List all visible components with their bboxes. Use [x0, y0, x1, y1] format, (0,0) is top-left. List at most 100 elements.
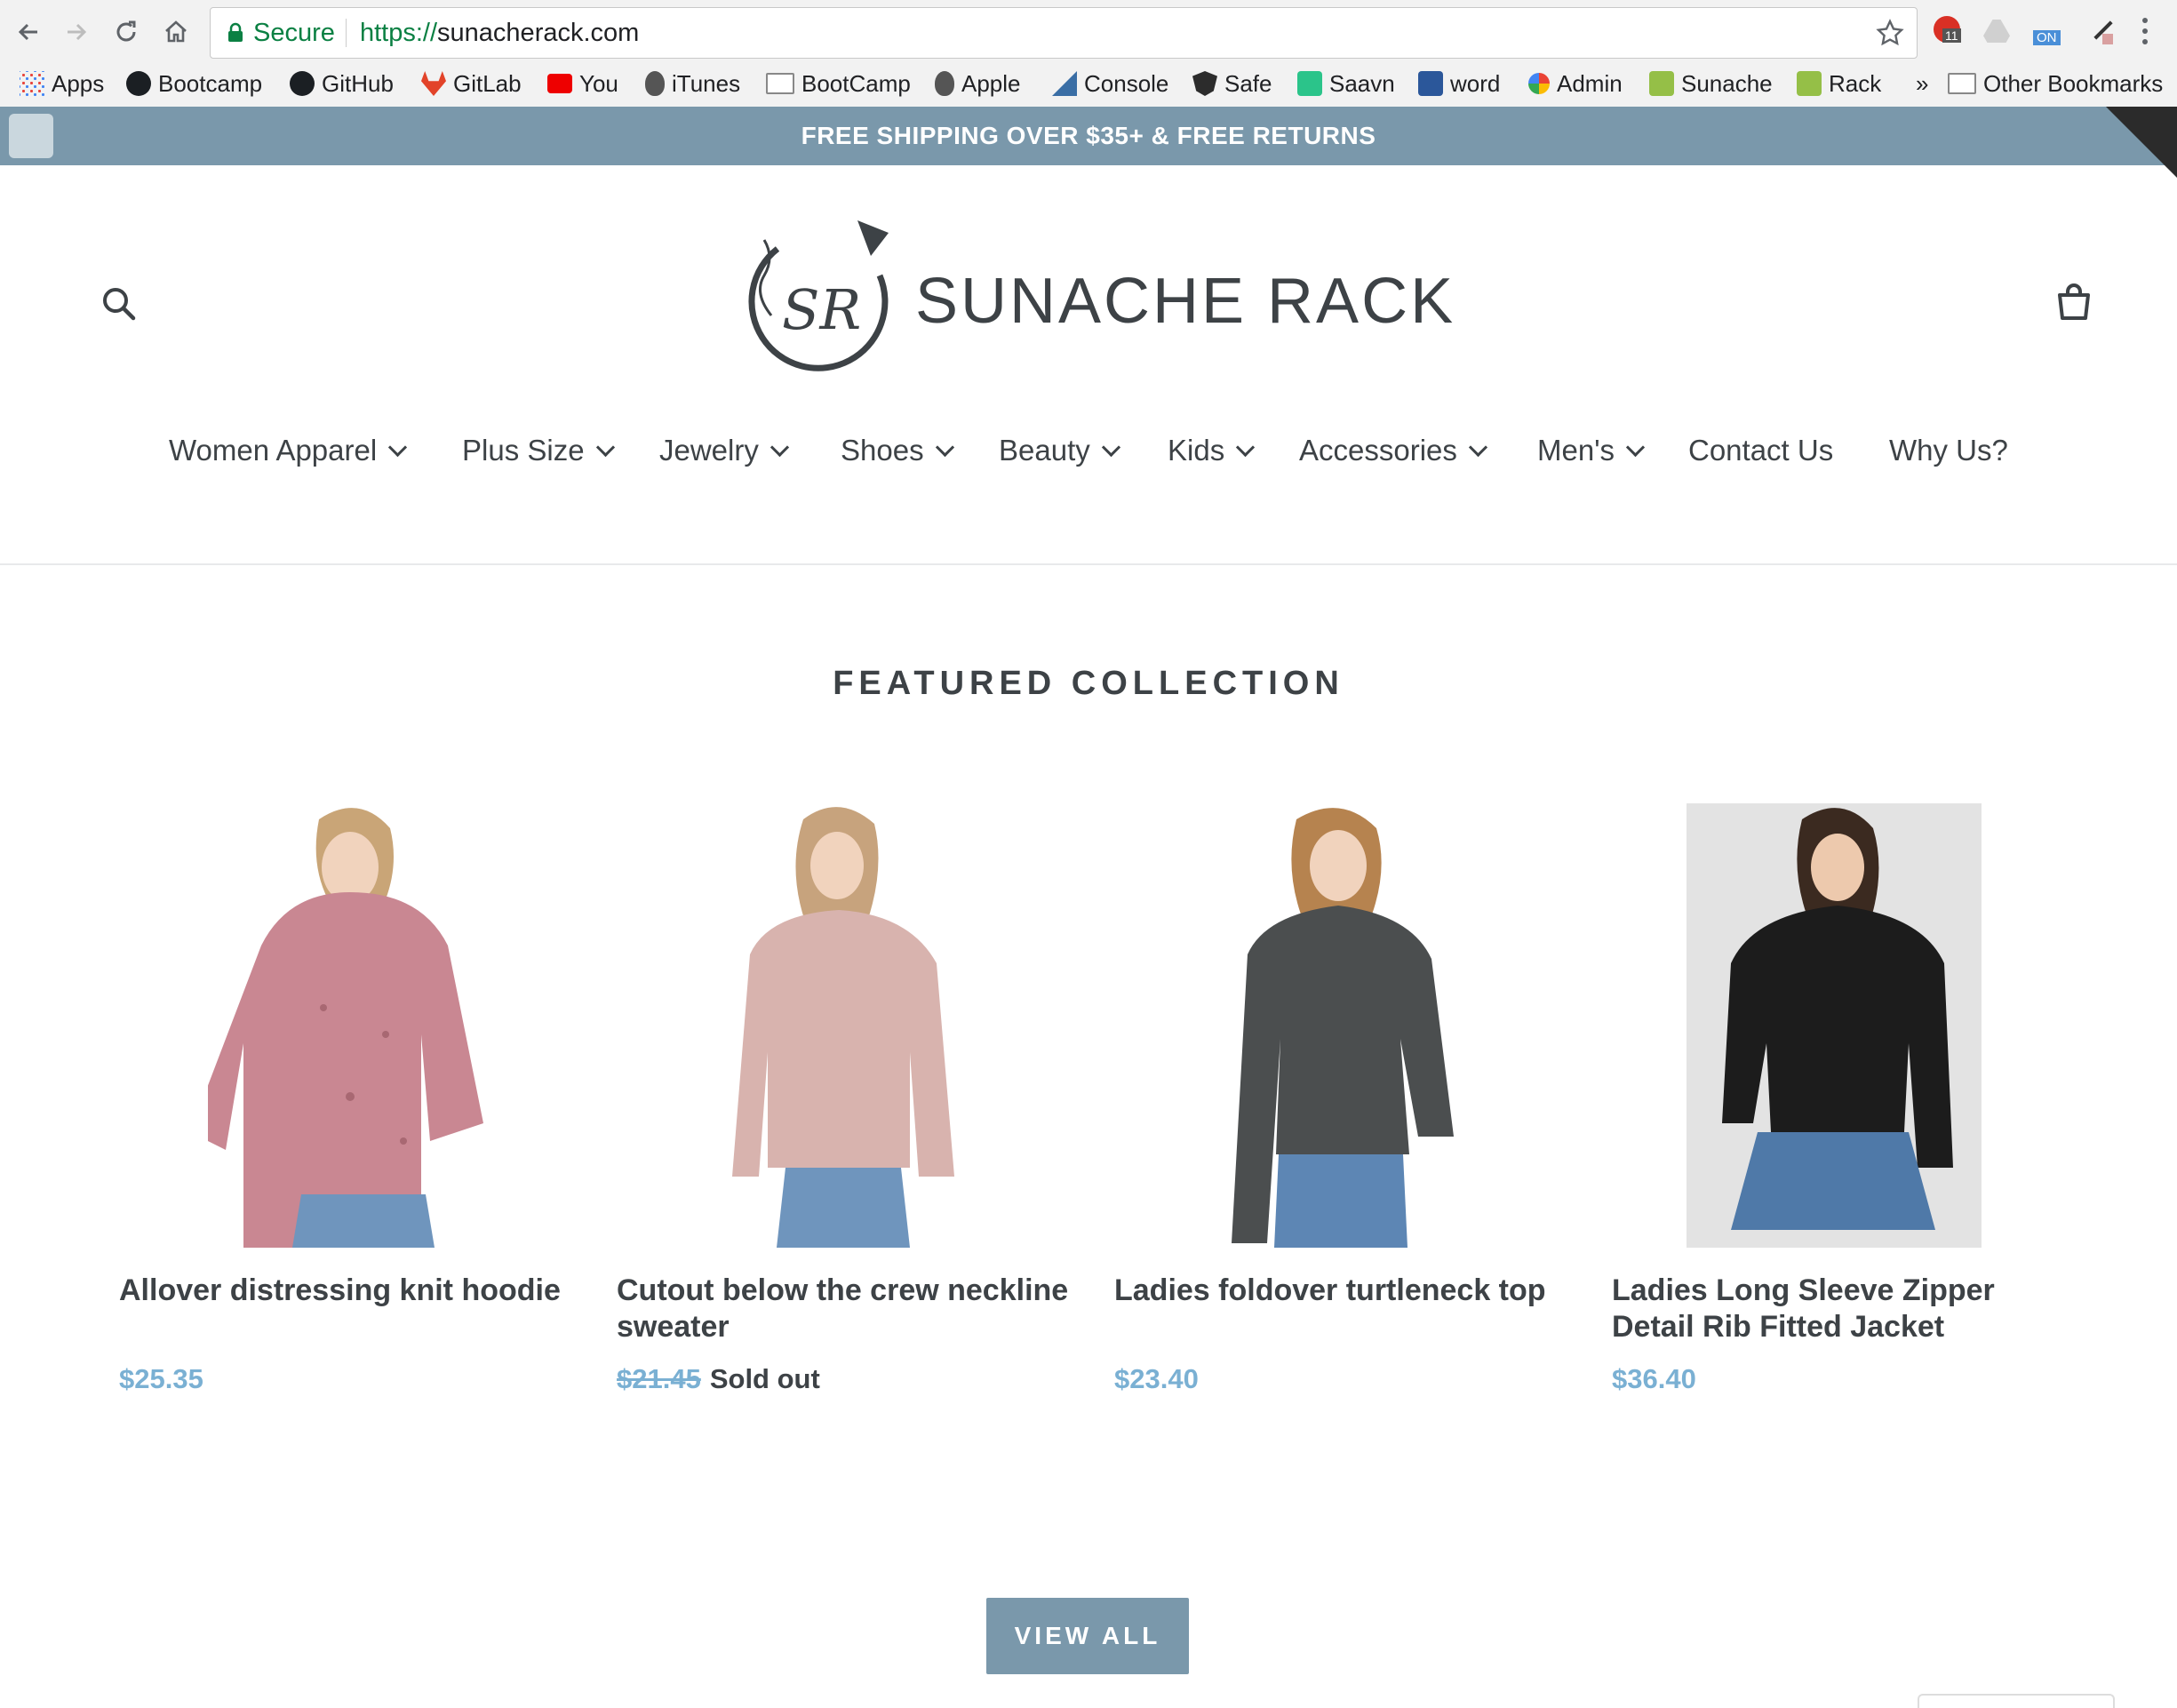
product-photo-sweater [732, 803, 963, 1248]
bookmark-label: iTunes [672, 69, 741, 97]
bookmark-saavn[interactable]: Saavn [1297, 64, 1395, 103]
product-image[interactable] [732, 803, 963, 1248]
nav-jewelry[interactable]: Jewelry [659, 434, 789, 467]
extension-icon-on[interactable]: ON [2033, 16, 2065, 46]
announcement-bar: FREE SHIPPING OVER $35+ & FREE RETURNS [0, 107, 2177, 178]
word-icon [1418, 71, 1443, 96]
product-title[interactable]: Allover distressing knit hoodie [119, 1273, 581, 1309]
bookmark-label: GitLab [453, 69, 522, 97]
nav-plus-size[interactable]: Plus Size [462, 434, 615, 467]
chevron-down-icon [1468, 437, 1487, 457]
chevron-down-icon [770, 437, 789, 457]
nav-label: Kids [1168, 434, 1225, 467]
bookmark-label: Apps [52, 69, 105, 97]
nav-label: Plus Size [462, 434, 585, 467]
home-icon [165, 20, 187, 43]
shopify-icon [1649, 71, 1674, 96]
extension-badge: 11 [1942, 28, 1961, 43]
bookmark-bootcamp-folder[interactable]: BootCamp [766, 64, 911, 103]
nav-kids[interactable]: Kids [1168, 434, 1256, 467]
product-image[interactable] [1212, 803, 1479, 1248]
nav-women-apparel[interactable]: Women Apparel [169, 434, 408, 467]
back-button[interactable] [9, 12, 48, 52]
bookmark-you[interactable]: You [547, 64, 618, 103]
nav-accessories[interactable]: Accessories [1299, 434, 1487, 467]
nav-why-us[interactable]: Why Us? [1889, 434, 2008, 467]
bookmark-apple[interactable]: Apple [935, 64, 1021, 103]
bookmark-label: Bootcamp [158, 69, 263, 97]
bookmark-label: Saavn [1329, 69, 1395, 97]
nav-shoes[interactable]: Shoes [841, 434, 954, 467]
nav-mens[interactable]: Men's [1537, 434, 1646, 467]
product-image[interactable] [208, 803, 510, 1248]
bookmark-gitlab[interactable]: GitLab [421, 64, 522, 103]
bookmark-label: Admin [1557, 69, 1623, 97]
bookmark-admin[interactable]: Admin [1528, 64, 1623, 103]
nav-beauty[interactable]: Beauty [999, 434, 1120, 467]
product-photo-hoodie [208, 803, 510, 1248]
url-text[interactable]: https://sunacherack.com [360, 19, 639, 48]
url-separator [346, 19, 347, 47]
product-price: $25.35 [119, 1363, 203, 1395]
console-icon [1052, 71, 1077, 96]
gitlab-icon [421, 71, 446, 96]
secure-label: Secure [253, 19, 335, 47]
bookmark-bootcamp[interactable]: Bootcamp [126, 64, 262, 103]
bookmark-github[interactable]: GitHub [290, 64, 394, 103]
product-title[interactable]: Ladies Long Sleeve Zipper Detail Rib Fit… [1612, 1273, 2074, 1345]
product-title[interactable]: Ladies foldover turtleneck top [1114, 1273, 1576, 1309]
chevron-down-icon [1236, 437, 1256, 457]
product-price: $23.40 [1114, 1363, 1199, 1395]
bookmark-word[interactable]: word [1418, 64, 1500, 103]
price-value: $23.40 [1114, 1363, 1199, 1394]
nav-label: Jewelry [659, 434, 759, 467]
chevron-down-icon [388, 437, 408, 457]
reload-button[interactable] [107, 12, 146, 52]
logo-text: SUNACHE RACK [915, 266, 1456, 337]
chrome-menu-icon[interactable] [2140, 18, 2150, 44]
address-bar[interactable]: Secure https://sunacherack.com [210, 7, 1918, 59]
shield-icon [1192, 71, 1217, 96]
nav-label: Women Apparel [169, 434, 378, 467]
apple-icon [935, 71, 954, 96]
forward-button[interactable] [57, 12, 96, 52]
nav-label: Contact Us [1688, 434, 1834, 467]
search-icon [103, 288, 136, 321]
logo-monogram-icon: SR [748, 220, 889, 371]
bookmark-console[interactable]: Console [1052, 64, 1168, 103]
bookmark-safe[interactable]: Safe [1192, 64, 1272, 103]
bookmark-apps[interactable]: Apps [20, 64, 104, 103]
bookmark-sunache[interactable]: Sunache [1649, 64, 1773, 103]
extension-icon-1[interactable]: 11 [1934, 16, 1961, 43]
drive-icon[interactable] [1983, 20, 2010, 43]
nav-label: Shoes [841, 434, 924, 467]
youtube-icon [547, 74, 572, 93]
product-image[interactable] [1687, 803, 1982, 1248]
corner-ribbon[interactable] [2106, 107, 2177, 178]
bookmarks-overflow[interactable]: » [1916, 64, 1928, 103]
bookmark-label: BootCamp [801, 69, 911, 97]
bookmark-rack[interactable]: Rack [1797, 64, 1881, 103]
other-bookmarks-label: Other Bookmarks [1983, 69, 2164, 97]
nav-contact-us[interactable]: Contact Us [1688, 434, 1833, 467]
bottom-right-widget[interactable] [1918, 1694, 2115, 1708]
other-bookmarks[interactable]: Other Bookmarks [1948, 64, 2163, 103]
shopify-icon [1797, 71, 1822, 96]
product-title[interactable]: Cutout below the crew neckline sweater [617, 1273, 1079, 1345]
github-icon [290, 71, 315, 96]
view-all-button[interactable]: VIEW ALL [986, 1598, 1189, 1674]
site-logo[interactable]: SR SUNACHE RACK [746, 213, 1453, 391]
bookmark-star-icon[interactable] [1876, 19, 1904, 47]
home-button[interactable] [156, 12, 195, 52]
cart-button[interactable] [2053, 281, 2095, 323]
logo-monogram: SR [782, 277, 861, 342]
bookmark-itunes[interactable]: iTunes [645, 64, 740, 103]
reload-icon [116, 20, 136, 42]
announcement-text: FREE SHIPPING OVER $35+ & FREE RETURNS [801, 122, 1376, 149]
featured-collection-title: FEATURED COLLECTION [833, 665, 1344, 702]
bookmark-label: GitHub [322, 69, 394, 97]
search-button[interactable] [98, 283, 140, 325]
eyedropper-icon[interactable] [2088, 16, 2115, 44]
product-photo-jacket [1687, 803, 1982, 1248]
price-value: $25.35 [119, 1363, 203, 1394]
